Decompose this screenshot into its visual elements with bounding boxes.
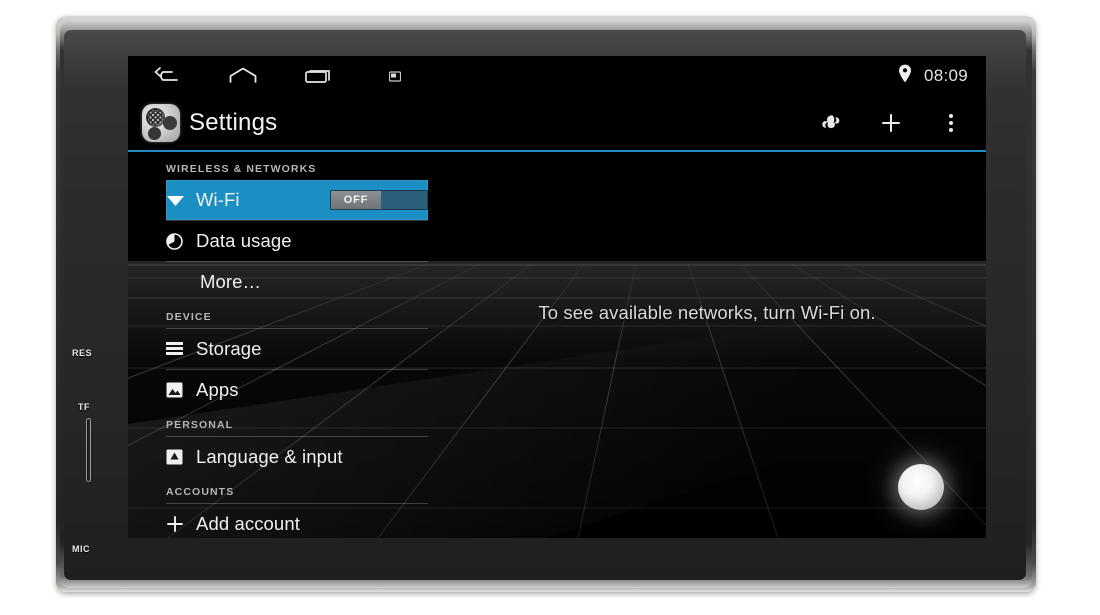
settings-row-wifi[interactable]: Wi-Fi OFF [166, 180, 428, 220]
wifi-toggle[interactable]: OFF [330, 190, 428, 210]
settings-row-more[interactable]: More… [166, 262, 428, 302]
section-header-wireless: WIRELESS & NETWORKS [166, 163, 317, 175]
apps-icon [166, 382, 192, 398]
settings-app-icon [142, 104, 180, 142]
settings-row-apps[interactable]: Apps [166, 370, 428, 410]
settings-row-label: More… [200, 271, 262, 292]
action-bar-actions [818, 110, 986, 136]
page-title: Settings [189, 109, 278, 136]
navigation-bar [128, 63, 412, 89]
settings-content: WIRELESS & NETWORKS Wi-Fi OFF Data usage… [128, 154, 986, 538]
bezel-label-mic: MIC [72, 544, 90, 554]
screenshot-root: RES TF MIC 08:09 Settings WIRELESS & NET… [0, 0, 1100, 615]
section-header-personal: PERSONAL [166, 419, 234, 431]
bezel-label-tf: TF [78, 402, 90, 412]
tf-card-slot[interactable] [86, 418, 91, 482]
settings-row-label: Storage [196, 338, 262, 359]
empty-state-message: To see available networks, turn Wi-Fi on… [538, 302, 876, 323]
status-bar-clock: 08:09 [923, 66, 968, 85]
recents-icon[interactable] [302, 63, 336, 89]
wifi-toggle-state: OFF [331, 191, 381, 209]
settings-row-label: Add account [196, 513, 300, 534]
settings-list: WIRELESS & NETWORKS Wi-Fi OFF Data usage… [128, 154, 428, 538]
screenshot-icon[interactable] [378, 63, 412, 89]
language-input-icon [166, 449, 192, 465]
add-icon[interactable] [878, 110, 904, 136]
data-usage-icon [166, 232, 192, 250]
home-icon[interactable] [226, 63, 260, 89]
status-bar-right: 08:09 [898, 64, 986, 88]
settings-row-label: Language & input [196, 446, 343, 467]
settings-row-label: Data usage [196, 230, 292, 251]
section-header-accounts: ACCOUNTS [166, 486, 235, 498]
bezel-label-res: RES [72, 348, 93, 358]
volume-knob[interactable] [898, 464, 944, 510]
settings-row-data-usage[interactable]: Data usage [166, 221, 428, 261]
plus-icon [166, 515, 192, 533]
sync-icon[interactable] [818, 110, 844, 136]
settings-row-label: Wi-Fi [196, 189, 240, 210]
back-icon[interactable] [150, 63, 184, 89]
wifi-icon [166, 193, 192, 207]
status-bar: 08:09 [128, 56, 986, 96]
section-header-device: DEVICE [166, 311, 212, 323]
settings-row-label: Apps [196, 379, 239, 400]
settings-row-language-input[interactable]: Language & input [166, 437, 428, 477]
action-bar: Settings [128, 96, 986, 152]
location-pin-icon [898, 64, 912, 88]
settings-row-add-account[interactable]: Add account [166, 504, 428, 538]
storage-icon [166, 341, 192, 357]
overflow-icon[interactable] [938, 110, 964, 136]
settings-row-storage[interactable]: Storage [166, 329, 428, 369]
device-screen: 08:09 Settings WIRELESS & NETWORKS Wi-Fi… [128, 56, 986, 538]
